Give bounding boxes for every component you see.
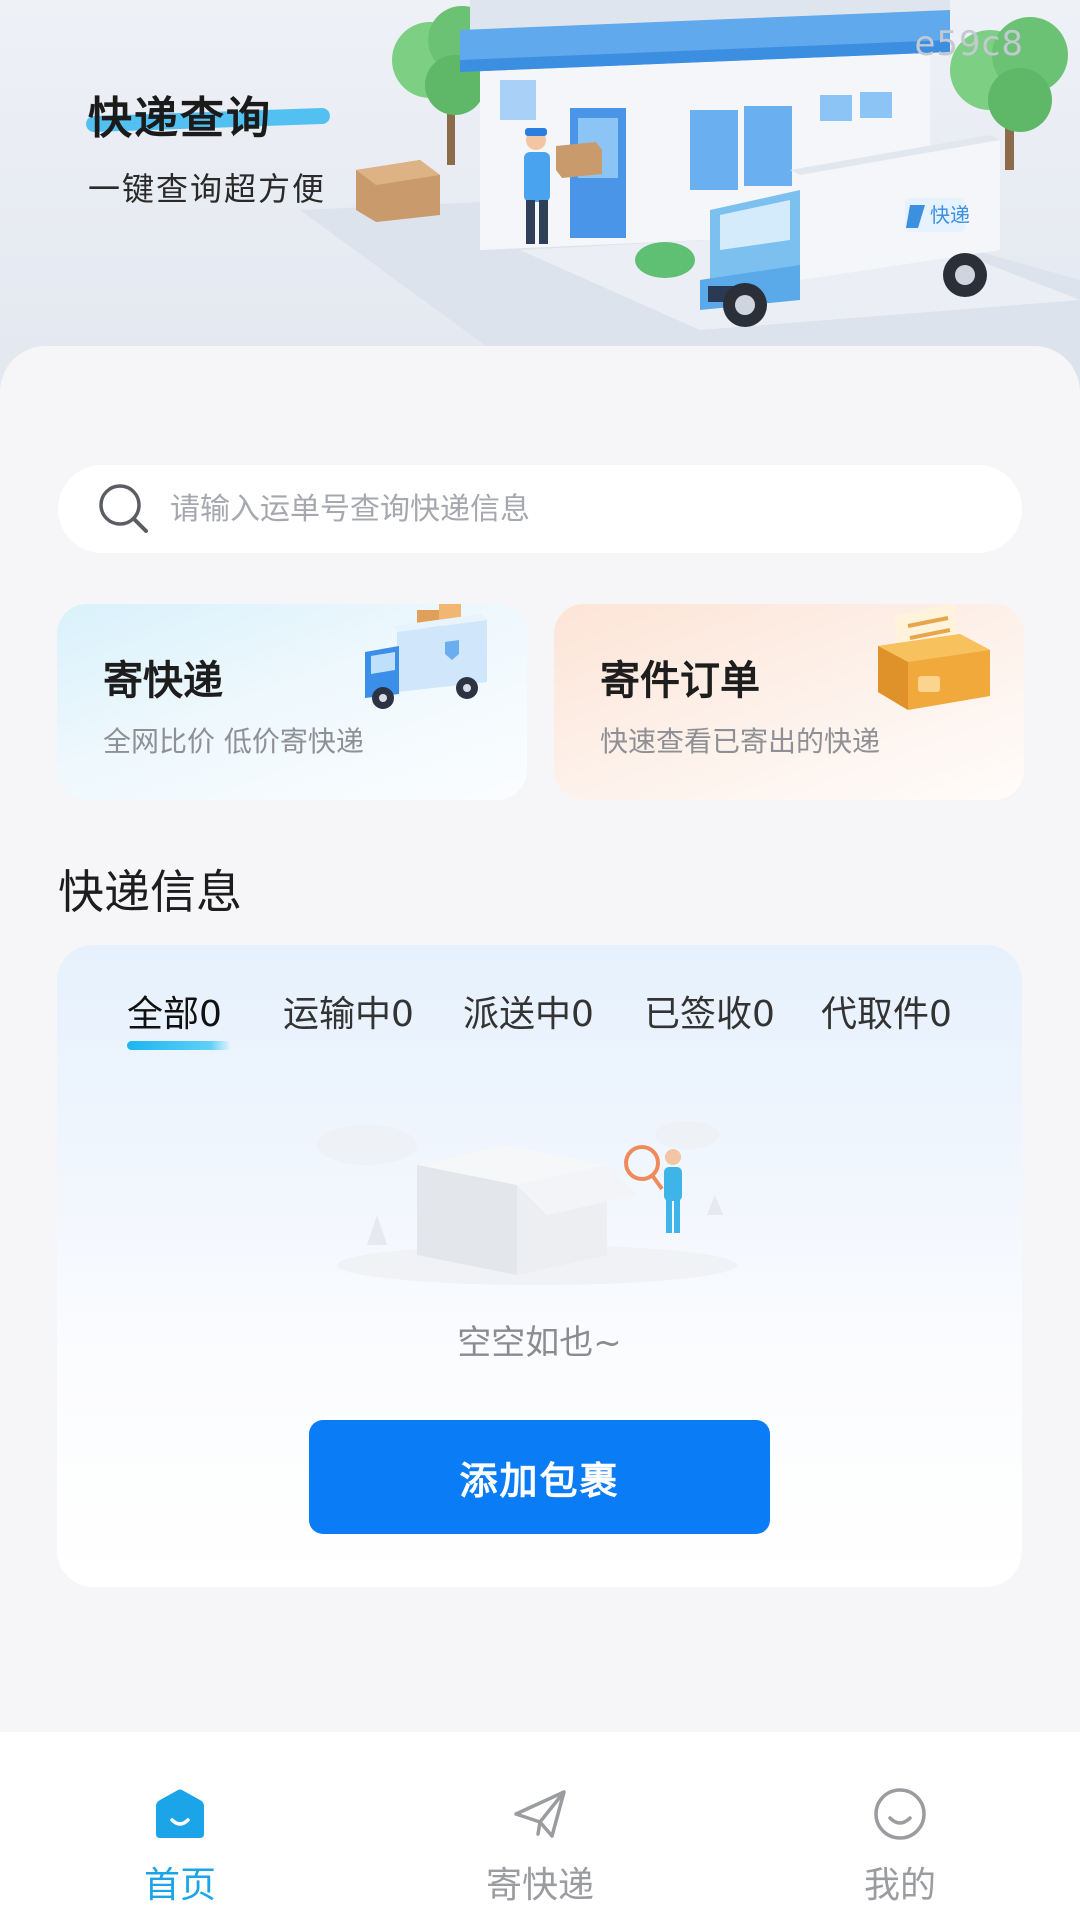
banner-title: 快递查询 xyxy=(88,93,272,144)
section-title: 快递信息 xyxy=(58,865,242,919)
active-tab-indicator xyxy=(127,1041,231,1050)
tab-signed[interactable]: 已签收0 xyxy=(644,985,775,1037)
nav-item-home[interactable]: 首页 xyxy=(60,1732,300,1920)
bottom-nav: 首页 寄快递 我的 xyxy=(0,1732,1080,1920)
tab-pickup[interactable]: 代取件0 xyxy=(821,985,952,1037)
send-express-subtitle: 全网比价 低价寄快递 xyxy=(103,725,364,758)
parcel-box-icon xyxy=(878,604,990,710)
send-orders-card[interactable]: 寄件订单 快速查看已寄出的快递 xyxy=(554,604,1024,800)
smiley-icon xyxy=(874,1788,926,1840)
nav-label-home: 首页 xyxy=(143,1865,216,1906)
express-info-panel: 全部0 运输中0 派送中0 已签收0 代取件0 空空如也~ 添加包裹 xyxy=(57,945,1022,1587)
paper-plane-icon xyxy=(514,1790,566,1838)
send-orders-title: 寄件订单 xyxy=(600,658,760,704)
delivery-truck-icon xyxy=(365,604,487,709)
tab-delivering[interactable]: 派送中0 xyxy=(463,985,594,1037)
status-tabs: 全部0 运输中0 派送中0 已签收0 代取件0 xyxy=(57,985,1022,1050)
home-icon xyxy=(156,1789,204,1838)
search-bar[interactable] xyxy=(58,465,1022,553)
send-orders-subtitle: 快速查看已寄出的快递 xyxy=(600,725,881,758)
nav-item-mine[interactable]: 我的 xyxy=(780,1732,1020,1920)
truck-label: 快递 xyxy=(930,203,970,227)
search-icon xyxy=(99,484,148,533)
empty-box-illustration xyxy=(317,1121,737,1285)
tab-all[interactable]: 全部0 xyxy=(127,985,222,1037)
banner-subtitle: 一键查询超方便 xyxy=(88,170,327,208)
nav-label-mine: 我的 xyxy=(863,1865,936,1906)
banner-code: e59c8 xyxy=(914,24,1024,64)
add-package-button[interactable]: 添加包裹 xyxy=(309,1420,770,1534)
tab-in-transit[interactable]: 运输中0 xyxy=(283,985,414,1037)
nav-item-send[interactable]: 寄快递 xyxy=(420,1732,660,1920)
nav-label-send: 寄快递 xyxy=(485,1865,594,1906)
send-express-card[interactable]: 寄快递 全网比价 低价寄快递 xyxy=(57,604,527,800)
search-input[interactable] xyxy=(170,491,970,527)
empty-state-text: 空空如也~ xyxy=(457,1323,622,1363)
send-express-title: 寄快递 xyxy=(103,658,223,704)
header-banner: 快递 快递查询 一键查询超方便 e59c8 xyxy=(0,0,1080,400)
